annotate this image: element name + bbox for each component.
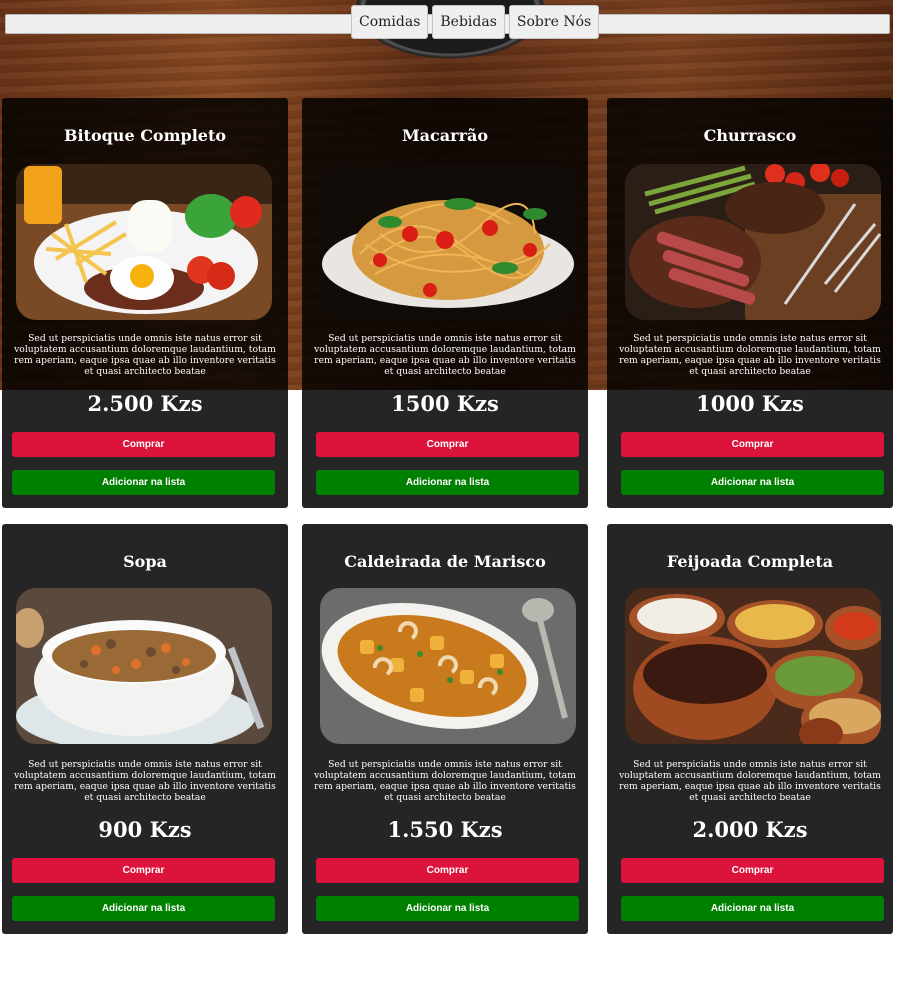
seafood-stew-image bbox=[320, 588, 576, 744]
add-to-list-button[interactable]: Adicionar na lista bbox=[12, 896, 275, 921]
soup-bowl-image bbox=[16, 588, 272, 744]
nav-item-sobre-nos[interactable]: Sobre Nós bbox=[508, 5, 600, 39]
product-description: Sed ut perspiciatis unde omnis iste natu… bbox=[14, 759, 276, 803]
product-card: Bitoque Completo Sed ut perspiciatis und… bbox=[2, 98, 288, 508]
buy-button[interactable]: Comprar bbox=[12, 432, 275, 457]
product-card: Macarrão Sed ut perspiciatis unde omnis … bbox=[302, 98, 588, 508]
buy-button[interactable]: Comprar bbox=[12, 858, 275, 883]
buy-button[interactable]: Comprar bbox=[316, 858, 579, 883]
buy-button[interactable]: Comprar bbox=[621, 858, 884, 883]
product-card: Sopa Sed ut perspiciatis unde omnis iste… bbox=[2, 524, 288, 934]
product-description: Sed ut perspiciatis unde omnis iste natu… bbox=[314, 759, 576, 803]
grilled-steak-image bbox=[625, 164, 881, 320]
product-price: 1000 Kzs bbox=[696, 391, 804, 416]
product-title: Churrasco bbox=[703, 126, 797, 145]
product-description: Sed ut perspiciatis unde omnis iste natu… bbox=[314, 333, 576, 377]
product-description: Sed ut perspiciatis unde omnis iste natu… bbox=[14, 333, 276, 377]
product-card: Churrasco Sed ut perspiciatis unde omnis… bbox=[607, 98, 893, 508]
product-description: Sed ut perspiciatis unde omnis iste natu… bbox=[619, 759, 881, 803]
steak-egg-fries-image bbox=[16, 164, 272, 320]
main-nav: Comidas Bebidas Sobre Nós bbox=[351, 5, 600, 39]
nav-item-comidas[interactable]: Comidas bbox=[351, 5, 429, 39]
product-title: Bitoque Completo bbox=[63, 126, 227, 145]
product-price: 2.500 Kzs bbox=[87, 391, 203, 416]
product-card: Caldeirada de Marisco Sed ut perspiciati… bbox=[302, 524, 588, 934]
buy-button[interactable]: Comprar bbox=[316, 432, 579, 457]
product-card: Feijoada Completa Sed ut perspiciatis un… bbox=[607, 524, 893, 934]
spaghetti-image bbox=[320, 164, 576, 320]
add-to-list-button[interactable]: Adicionar na lista bbox=[621, 896, 884, 921]
buy-button[interactable]: Comprar bbox=[621, 432, 884, 457]
product-title: Feijoada Completa bbox=[666, 552, 834, 571]
add-to-list-button[interactable]: Adicionar na lista bbox=[316, 896, 579, 921]
product-price: 900 Kzs bbox=[98, 817, 192, 842]
product-price: 1500 Kzs bbox=[391, 391, 499, 416]
feijoada-image bbox=[625, 588, 881, 744]
product-title: Macarrão bbox=[401, 126, 489, 145]
add-to-list-button[interactable]: Adicionar na lista bbox=[316, 470, 579, 495]
product-title: Caldeirada de Marisco bbox=[344, 552, 546, 571]
product-description: Sed ut perspiciatis unde omnis iste natu… bbox=[619, 333, 881, 377]
product-title: Sopa bbox=[123, 552, 167, 571]
nav-item-bebidas[interactable]: Bebidas bbox=[432, 5, 505, 39]
add-to-list-button[interactable]: Adicionar na lista bbox=[12, 470, 275, 495]
add-to-list-button[interactable]: Adicionar na lista bbox=[621, 470, 884, 495]
product-price: 1.550 Kzs bbox=[387, 817, 503, 842]
product-price: 2.000 Kzs bbox=[692, 817, 808, 842]
